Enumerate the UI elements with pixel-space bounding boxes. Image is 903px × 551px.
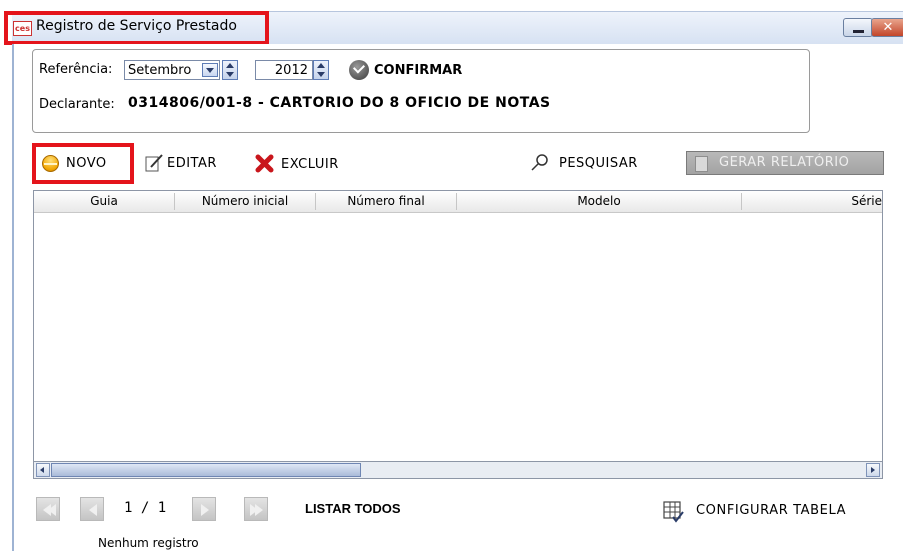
title-bar: ces Registro de Serviço Prestado ✕ xyxy=(0,0,903,46)
report-icon xyxy=(695,156,708,172)
status-text: Nenhum registro xyxy=(98,536,199,550)
month-select[interactable]: Setembro xyxy=(124,60,220,80)
previous-page-icon[interactable] xyxy=(80,497,104,521)
horizontal-scrollbar[interactable] xyxy=(33,462,883,479)
add-circle-icon xyxy=(42,155,59,172)
next-page-icon[interactable] xyxy=(192,497,216,521)
month-spinner[interactable] xyxy=(222,60,238,80)
column-header-numero-final[interactable]: Número final xyxy=(316,194,456,208)
search-icon xyxy=(531,154,548,171)
chevron-down-icon[interactable] xyxy=(202,63,218,77)
confirm-label: CONFIRMAR xyxy=(374,63,463,78)
edit-icon xyxy=(145,154,163,172)
title-highlight-box xyxy=(4,11,269,45)
column-header-serie[interactable]: Série xyxy=(742,194,882,208)
reference-label: Referência: xyxy=(39,62,113,77)
table-header: Guia Número inicial Número final Modelo … xyxy=(34,191,882,213)
first-page-icon[interactable] xyxy=(36,497,60,521)
column-header-guia[interactable]: Guia xyxy=(34,194,174,208)
year-value: 2012 xyxy=(274,63,308,78)
scrollbar-thumb[interactable] xyxy=(51,463,361,477)
scroll-left-icon[interactable] xyxy=(36,463,50,477)
list-all-button[interactable]: LISTAR TODOS xyxy=(305,501,401,516)
table-settings-icon xyxy=(663,501,684,523)
records-table: Guia Número inicial Número final Modelo … xyxy=(33,190,883,462)
pesquisar-label: PESQUISAR xyxy=(559,156,638,171)
novo-label: NOVO xyxy=(66,156,107,171)
column-header-numero-inicial[interactable]: Número inicial xyxy=(175,194,315,208)
configure-table-label: CONFIGURAR TABELA xyxy=(696,503,847,518)
close-button[interactable]: ✕ xyxy=(871,18,903,37)
minimize-button[interactable] xyxy=(843,18,873,37)
year-field[interactable]: 2012 xyxy=(255,60,313,80)
scroll-right-icon[interactable] xyxy=(866,463,880,477)
month-value: Setembro xyxy=(128,63,192,78)
check-circle-icon xyxy=(349,60,369,80)
excluir-label: EXCLUIR xyxy=(281,157,339,172)
gerar-relatorio-label: GERAR RELATÓRIO xyxy=(719,155,850,170)
page-indicator: 1 / 1 xyxy=(124,500,167,516)
year-spinner[interactable] xyxy=(313,60,329,80)
declarant-value: 0314806/001-8 - CARTORIO DO 8 OFICIO DE … xyxy=(128,95,551,111)
editar-label: EDITAR xyxy=(167,156,217,171)
column-header-modelo[interactable]: Modelo xyxy=(457,194,741,208)
last-page-icon[interactable] xyxy=(244,497,268,521)
delete-x-icon xyxy=(255,154,274,173)
table-body xyxy=(34,213,882,461)
gerar-relatorio-button[interactable]: GERAR RELATÓRIO xyxy=(686,151,884,175)
declarant-label: Declarante: xyxy=(39,97,115,112)
